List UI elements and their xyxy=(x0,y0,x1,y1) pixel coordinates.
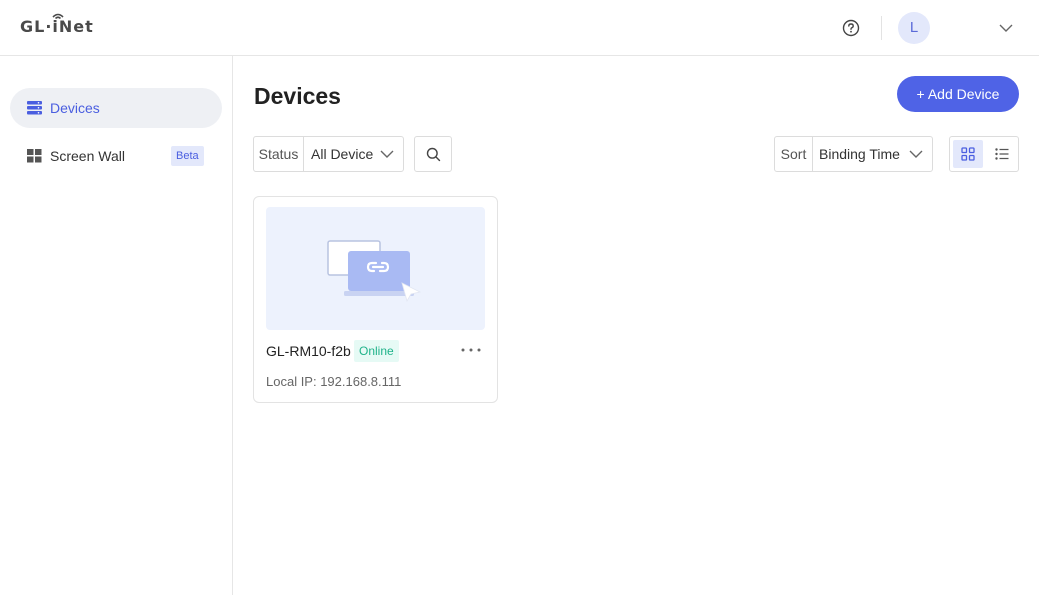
sidebar-item-devices[interactable]: Devices xyxy=(10,88,222,128)
add-device-button[interactable]: + Add Device xyxy=(897,76,1019,112)
search-icon xyxy=(426,147,441,162)
devices-icon xyxy=(27,101,42,115)
device-card[interactable]: GL-RM10-f2b Online Local IP: 192.168.8.1… xyxy=(253,196,498,403)
gl-inet-logo[interactable]: GL·iNet xyxy=(20,13,94,36)
beta-badge: Beta xyxy=(171,146,204,166)
sidebar: Devices Screen Wall Beta xyxy=(0,56,233,595)
view-mode-toggle xyxy=(949,136,1019,172)
page-title: Devices xyxy=(254,83,341,109)
logo-text: GL·iNet xyxy=(20,17,94,36)
status-filter-select[interactable]: Status All Device xyxy=(253,136,404,172)
sidebar-item-screen-wall[interactable]: Screen Wall Beta xyxy=(10,136,222,176)
status-filter-label: Status xyxy=(254,137,304,171)
chevron-down-icon xyxy=(380,150,394,158)
user-avatar[interactable]: L xyxy=(898,12,930,44)
search-button[interactable] xyxy=(414,136,452,172)
list-view-button[interactable] xyxy=(987,140,1017,168)
sidebar-item-label: Screen Wall xyxy=(50,148,125,164)
remote-desktop-illustration-icon xyxy=(327,240,422,303)
chevron-down-icon xyxy=(909,150,923,158)
list-view-icon xyxy=(995,148,1009,160)
chevron-down-icon[interactable] xyxy=(998,21,1014,35)
device-local-ip: Local IP: 192.168.8.111 xyxy=(266,374,402,389)
sort-label: Sort xyxy=(775,137,813,171)
grid-view-icon xyxy=(961,147,975,161)
wifi-icon xyxy=(52,13,64,19)
sort-select[interactable]: Sort Binding Time xyxy=(774,136,933,172)
help-icon[interactable] xyxy=(842,19,860,37)
grid-icon xyxy=(27,149,42,163)
top-header: GL·iNet L xyxy=(0,0,1039,56)
grid-view-button[interactable] xyxy=(953,140,983,168)
sort-value: Binding Time xyxy=(819,146,900,162)
more-options-icon[interactable] xyxy=(459,343,483,357)
device-thumbnail xyxy=(266,207,485,330)
device-name: GL-RM10-f2b xyxy=(266,343,351,359)
status-filter-value: All Device xyxy=(311,146,374,162)
status-badge: Online xyxy=(354,340,399,362)
header-divider xyxy=(881,16,882,40)
sidebar-item-label: Devices xyxy=(50,100,100,116)
